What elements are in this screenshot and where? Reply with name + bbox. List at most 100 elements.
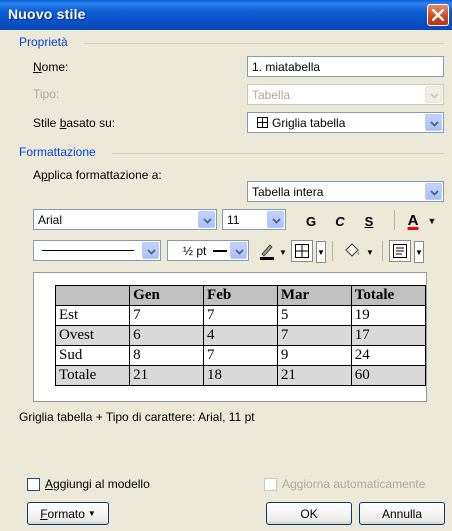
font-value: Arial [38,213,63,227]
chevron-down-icon [430,190,439,196]
title-bar: Nuovo stile [0,0,452,30]
table-cell: 9 [276,345,352,366]
apply-to-select[interactable]: Tabella intera [247,181,444,202]
font-color-dropdown-arrow[interactable]: ▼ [425,210,439,232]
size-dropdown-button[interactable] [267,211,284,228]
chevron-down-icon [147,249,156,255]
line-weight-select[interactable]: ½ pt [167,240,249,261]
type-label: Tipo: [33,87,60,101]
name-label: Nome: [33,60,69,74]
close-button[interactable] [427,4,449,26]
apply-to-label: Applica formattazione a: [33,168,162,182]
font-select[interactable]: Arial [33,209,217,230]
table-cell: Totale [54,365,131,386]
based-on-select[interactable]: Griglia tabella [247,112,444,133]
table-cell: Est [54,305,131,326]
alignment-dropdown-arrow[interactable]: ▼ [414,241,424,263]
table-row: Totale 21 18 21 60 [54,365,426,386]
properties-section-title: Proprietà [19,35,68,49]
apply-to-dropdown-button[interactable] [425,183,442,200]
line-style-select[interactable] [33,240,161,261]
table-cell: 7 [129,305,205,326]
table-cell: 8 [129,345,205,366]
table-cell: Feb [203,285,278,306]
line-style-dropdown-button[interactable] [142,242,159,259]
border-color-dropdown-arrow[interactable]: ▼ [278,241,288,263]
font-color-button[interactable]: A [402,209,424,231]
alignment-button[interactable] [389,240,411,262]
table-cell: Gen [129,285,205,306]
italic-button[interactable]: C [329,210,351,232]
chevron-down-icon [430,121,439,127]
font-color-letter: A [407,211,419,229]
chevron-down-icon [272,218,281,224]
table-cell: 19 [350,305,426,326]
style-description: Griglia tabella + Tipo di carattere: Ari… [19,410,255,424]
new-style-dialog: Nuovo stile Proprietà Nome: 1. miatabell… [0,0,452,531]
size-select[interactable]: 11 [222,209,286,230]
font-dropdown-button[interactable] [198,211,215,228]
line-style-preview [42,250,134,251]
bold-button[interactable]: G [300,210,322,232]
line-weight-preview [213,250,227,252]
based-on-value: Griglia tabella [272,116,346,130]
table-cell: 7 [276,325,352,346]
table-row: Gen Feb Mar Totale [54,285,426,306]
borders-dropdown-arrow[interactable]: ▼ [316,241,326,263]
table-cell: 21 [276,365,352,386]
toolbar-separator [332,241,333,261]
formatting-divider [112,153,444,154]
type-select-value: Tabella [252,88,291,102]
table-row: Sud 8 7 9 24 [54,345,426,366]
table-cell: 60 [350,365,426,386]
close-icon [432,9,444,21]
table-cell: 7 [203,345,278,366]
borders-button[interactable] [291,240,313,262]
underline-button[interactable]: S [358,210,380,232]
line-weight-dropdown-button[interactable] [230,242,247,259]
fill-color-icon [345,243,360,257]
table-cell: Sud [54,345,131,366]
table-cell: Totale [350,285,426,306]
chevron-down-icon [235,249,244,255]
preview-table: Gen Feb Mar Totale Est 7 7 5 19 Ovest 6 … [54,285,426,386]
table-cell: Mar [276,285,352,306]
properties-divider [84,43,444,44]
line-weight-value: ½ pt [183,244,207,258]
cancel-button[interactable]: Annulla [359,502,445,525]
table-row: Ovest 6 4 7 17 [54,325,426,346]
name-field-value: 1. miatabella [252,60,321,74]
border-color-button[interactable] [256,240,278,262]
style-preview: Gen Feb Mar Totale Est 7 7 5 19 Ovest 6 … [33,272,427,402]
table-cell: 24 [350,345,426,366]
type-select[interactable]: Tabella [247,84,444,105]
table-cell: 5 [276,305,352,326]
format-button-label: Formato [40,506,85,521]
table-cell: 4 [203,325,278,346]
toolbar-separator [394,210,395,230]
table-cell: 7 [203,305,278,326]
format-dropdown-arrow: ▼ [87,509,96,518]
table-row: Est 7 7 5 19 [54,305,426,326]
fill-color-button[interactable] [340,240,364,262]
pen-color-icon [260,244,274,260]
based-on-dropdown-button[interactable] [425,114,442,131]
chevron-down-icon [203,218,212,224]
fill-color-dropdown-arrow[interactable]: ▼ [365,241,375,263]
table-cell: 21 [129,365,205,386]
type-dropdown-button[interactable] [425,86,442,103]
table-cell: Ovest [54,325,131,346]
ok-button[interactable]: OK [266,502,352,525]
auto-update-checkbox[interactable] [264,478,277,491]
formatting-section-title: Formattazione [19,145,96,159]
apply-to-value: Tabella intera [252,185,324,199]
table-cell [54,285,131,306]
size-value: 11 [227,213,240,227]
add-to-template-checkbox[interactable] [27,478,40,491]
name-field[interactable]: 1. miatabella [247,56,444,77]
auto-update-label: Aggiorna automaticamente [282,477,426,491]
alignment-icon [393,244,407,258]
based-on-label: Stile basato su: [33,116,116,130]
add-to-template-label: Aggiungi al modello [45,477,150,491]
format-button[interactable]: Formato ▼ [27,502,109,525]
